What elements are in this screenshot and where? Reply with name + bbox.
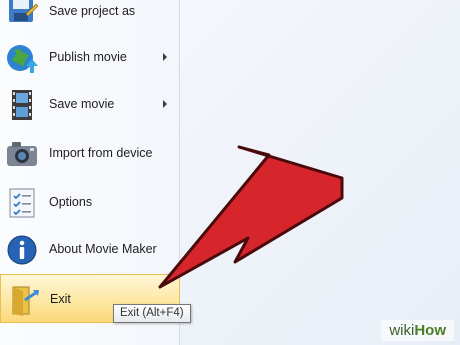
watermark-prefix: wiki	[389, 322, 415, 339]
exit-tooltip: Exit (Alt+F4)	[113, 304, 191, 323]
wikihow-watermark: wikiHow	[381, 320, 454, 341]
watermark-suffix: How	[414, 322, 446, 339]
red-pointer-arrow	[158, 145, 344, 289]
